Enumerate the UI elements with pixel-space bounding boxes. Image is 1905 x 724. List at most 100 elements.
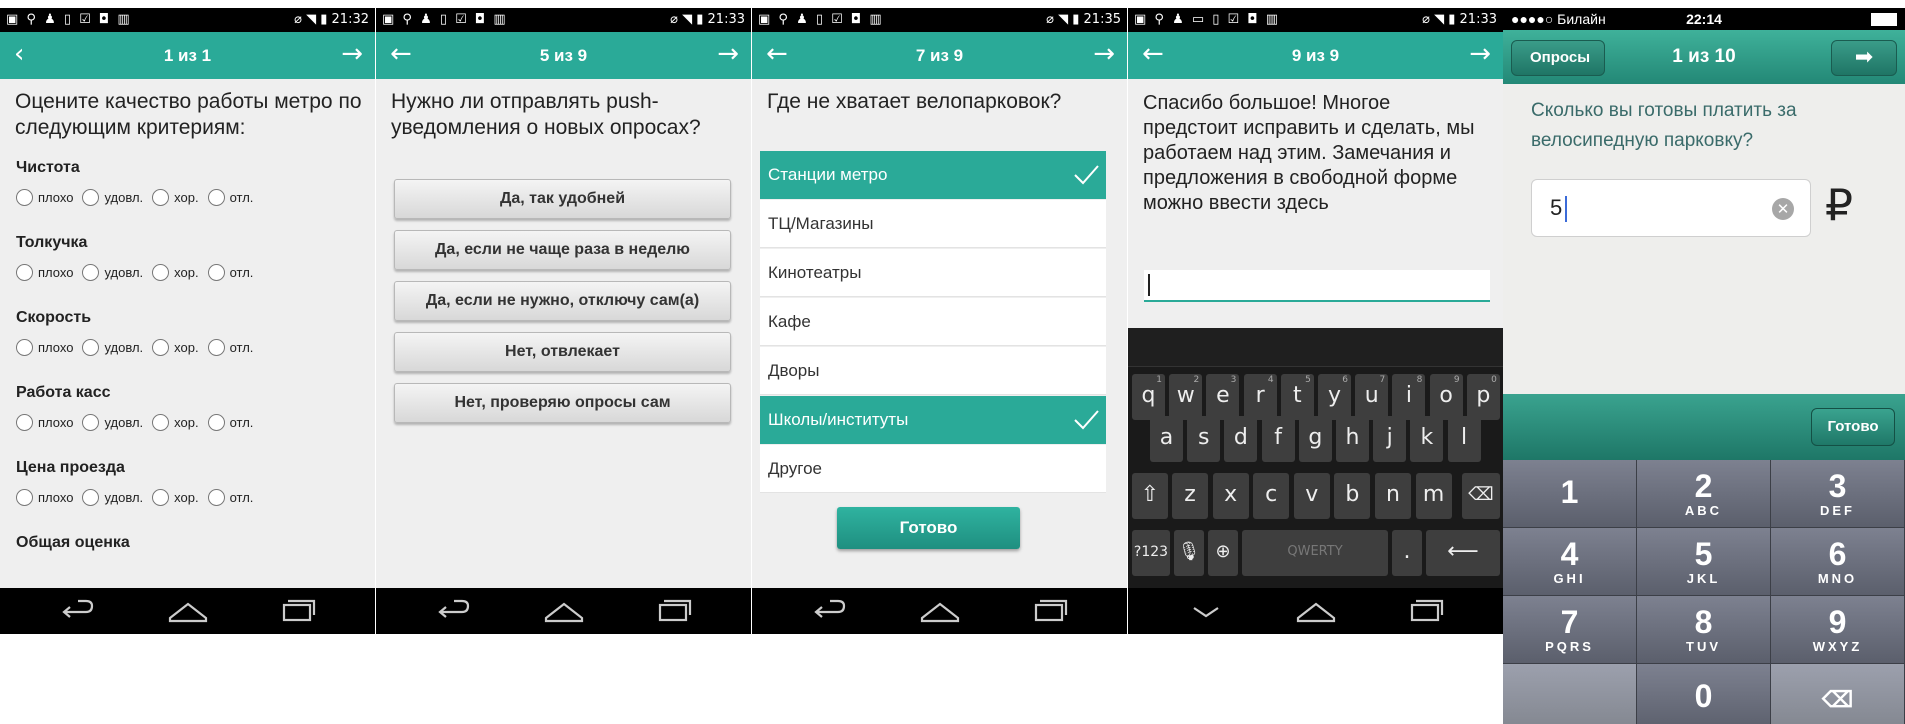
symbols-key[interactable]: ?123 [1132,530,1170,576]
option-button[interactable]: Да, если не чаще раза в неделю [394,230,731,270]
choice-item[interactable]: Кинотеатры [760,249,1106,297]
choice-item[interactable]: ТЦ/Магазины [760,200,1106,248]
nav-home-icon[interactable] [534,588,594,634]
rating-radio[interactable]: плохо [16,339,82,357]
arrow-right-icon[interactable]: ➡ [1831,40,1897,76]
key-y[interactable]: y6 [1318,374,1351,420]
option-button[interactable]: Нет, проверяю опросы сам [394,383,731,423]
keypad-key-7[interactable]: 7 PQRS [1503,596,1637,664]
key-x[interactable]: x [1212,473,1249,519]
keypad-delete-icon[interactable]: ⌫ [1771,664,1905,724]
radio-circle-icon[interactable] [82,264,100,282]
nav-recent-icon[interactable] [1020,588,1080,634]
done-button[interactable]: Готово [837,507,1020,549]
key-d[interactable]: d [1224,416,1258,462]
nav-recent-icon[interactable] [1396,588,1456,634]
key-l[interactable]: l [1447,416,1481,462]
key-b[interactable]: b [1334,473,1371,519]
key-i[interactable]: i8 [1392,374,1426,420]
radio-circle-icon[interactable] [207,264,225,282]
key-w[interactable]: w2 [1169,374,1203,420]
radio-circle-icon[interactable] [16,414,33,432]
key-j[interactable]: j [1373,416,1407,462]
rating-radio[interactable]: хор. [152,339,207,357]
back-button[interactable]: Опросы [1511,40,1606,76]
rating-radio[interactable]: удовл. [82,189,152,207]
arrow-right-icon[interactable]: → [341,32,363,77]
nav-home-icon[interactable] [158,588,218,634]
key-t[interactable]: t5 [1280,374,1314,420]
nav-back-icon[interactable] [48,588,108,634]
radio-circle-icon[interactable] [16,489,33,507]
key-z[interactable]: z [1172,473,1208,519]
radio-circle-icon[interactable] [152,414,170,432]
rating-radio[interactable]: отл. [207,489,263,507]
nav-recent-icon[interactable] [644,588,704,634]
rating-radio[interactable]: хор. [152,414,207,432]
nav-home-icon[interactable] [1286,588,1346,634]
microphone-icon[interactable]: 🎙 [1174,530,1204,576]
radio-circle-icon[interactable] [152,339,170,357]
key-e[interactable]: e3 [1206,374,1240,420]
key-g[interactable]: g [1298,416,1332,462]
key-o[interactable]: o9 [1429,374,1463,420]
key-h[interactable]: h [1336,416,1369,462]
rating-radio[interactable]: отл. [207,414,263,432]
nav-recent-icon[interactable] [268,588,328,634]
globe-icon[interactable]: ⊕ [1208,530,1238,576]
radio-circle-icon[interactable] [152,489,170,507]
radio-circle-icon[interactable] [207,489,225,507]
rating-radio[interactable]: хор. [152,264,207,282]
keypad-key-9[interactable]: 9 WXYZ [1771,596,1905,664]
rating-radio[interactable]: отл. [207,264,263,282]
rating-radio[interactable]: хор. [152,189,207,207]
nav-hide-keyboard-icon[interactable] [1176,588,1236,634]
radio-circle-icon[interactable] [82,189,100,207]
option-button[interactable]: Нет, отвлекает [394,332,731,372]
keypad-key-0[interactable]: 0 [1637,664,1771,724]
rating-radio[interactable]: плохо [16,189,82,207]
rating-radio[interactable]: плохо [16,414,82,432]
shift-key[interactable]: ⇧ [1132,473,1168,519]
radio-circle-icon[interactable] [207,189,225,207]
backspace-key[interactable]: ⌫ [1462,473,1500,519]
radio-circle-icon[interactable] [152,264,170,282]
key-q[interactable]: q1 [1132,374,1165,420]
keypad-key-6[interactable]: 6 MNO [1771,528,1905,596]
arrow-right-icon[interactable]: → [717,32,739,77]
key-f[interactable]: f [1261,416,1295,462]
choice-item[interactable]: Другое [760,445,1106,493]
key-s[interactable]: s [1187,416,1221,462]
radio-circle-icon[interactable] [16,264,33,282]
key-v[interactable]: v [1293,473,1330,519]
option-button[interactable]: Да, так удобней [394,179,731,219]
rating-radio[interactable]: плохо [16,264,82,282]
period-key[interactable]: . [1392,530,1422,576]
rating-radio[interactable]: отл. [207,189,263,207]
amount-input[interactable]: 5 ✕ [1531,179,1811,237]
keypad-key-2[interactable]: 2 ABC [1637,460,1771,528]
key-r[interactable]: r4 [1243,374,1277,420]
radio-circle-icon[interactable] [16,339,33,357]
rating-radio[interactable]: удовл. [82,414,152,432]
option-button[interactable]: Да, если не нужно, отключу сам(а) [394,281,731,321]
keypad-key-8[interactable]: 8 TUV [1637,596,1771,664]
enter-key[interactable]: ⟵ [1426,530,1500,576]
choice-item[interactable]: Школы/институты [760,396,1106,444]
keypad-key-4[interactable]: 4 GHI [1503,528,1637,596]
arrow-right-icon[interactable]: → [1093,32,1115,77]
done-button[interactable]: Готово [1811,408,1895,446]
feedback-input[interactable] [1144,270,1490,302]
rating-radio[interactable]: удовл. [82,489,152,507]
nav-home-icon[interactable] [910,588,970,634]
space-key[interactable]: QWERTY [1242,530,1388,576]
rating-radio[interactable]: удовл. [82,264,152,282]
arrow-right-icon[interactable]: → [1469,32,1491,77]
clear-icon[interactable]: ✕ [1772,198,1794,220]
radio-circle-icon[interactable] [82,339,100,357]
choice-item[interactable]: Кафе [760,298,1106,346]
keypad-key-3[interactable]: 3 DEF [1771,460,1905,528]
rating-radio[interactable]: отл. [207,339,263,357]
key-k[interactable]: k [1410,416,1444,462]
key-a[interactable]: a [1150,416,1183,462]
